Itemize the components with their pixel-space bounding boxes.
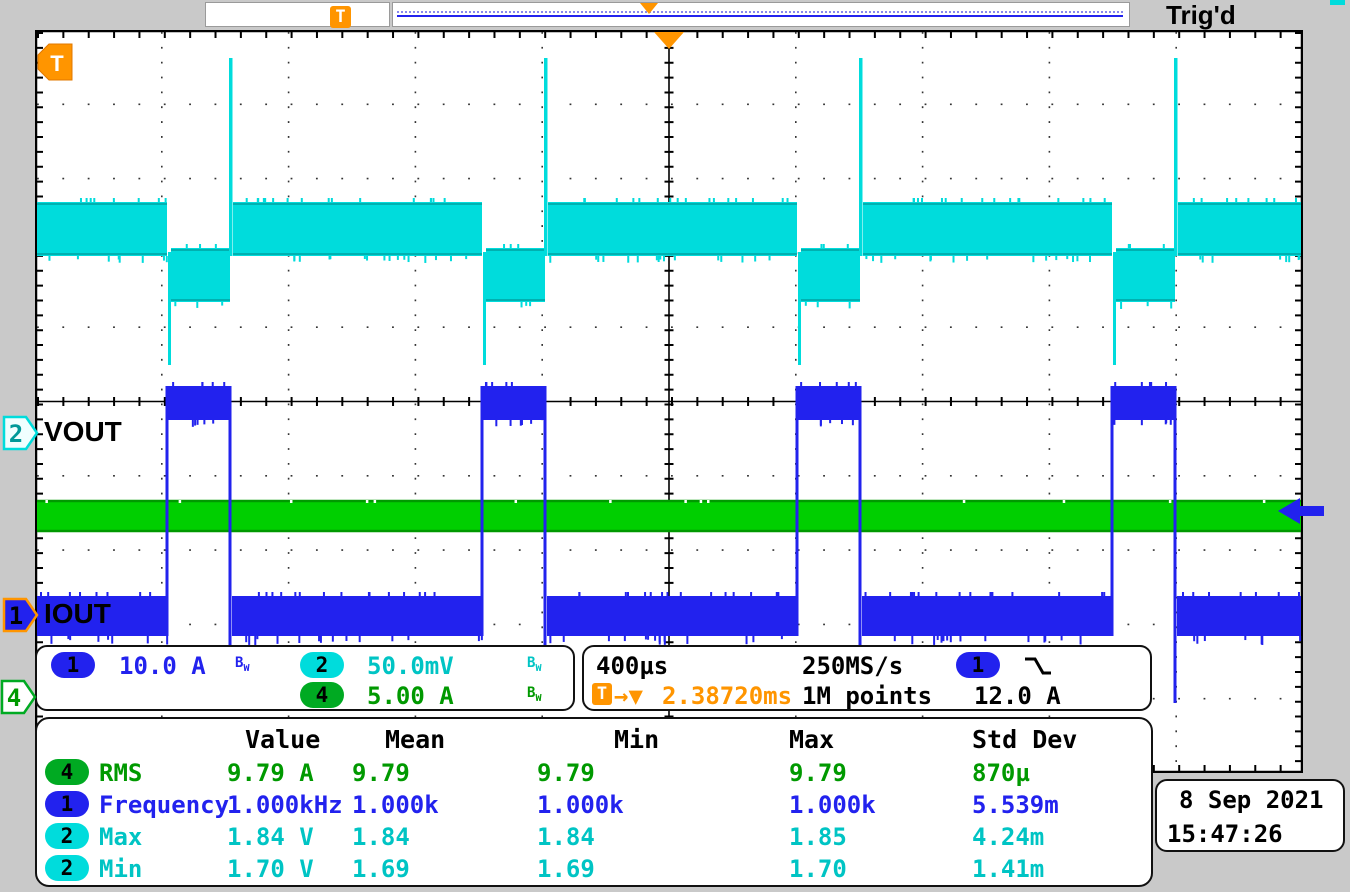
measurement-name: Min xyxy=(99,855,142,883)
overview-waveform-dots xyxy=(397,11,1123,13)
channel4-marker-label: 4 xyxy=(7,684,21,712)
measurement-name: Frequency xyxy=(99,791,229,819)
channel2-position-marker[interactable]: 2 xyxy=(2,414,40,452)
measurement-max: 1.70 xyxy=(789,855,847,883)
trigger-level-arrow-icon[interactable] xyxy=(1276,495,1326,527)
channel2-scale[interactable]: 50.0mV xyxy=(367,652,454,680)
channel1-position-marker[interactable]: 1 xyxy=(2,596,40,634)
measurement-mean: 1.84 xyxy=(352,823,410,851)
channel2-signal-name: VOUT xyxy=(44,416,122,448)
measurement-min: 1.000k xyxy=(537,791,624,819)
corner-mark xyxy=(1330,0,1345,5)
trigger-level-flag[interactable]: T xyxy=(36,42,76,82)
channel4-badge[interactable]: 4 xyxy=(300,682,344,708)
channel2-badge: 2 xyxy=(45,855,89,881)
timebase-readout-box: 400µs 250MS/s 1 T →▼ 2.38720ms 1M points… xyxy=(582,645,1152,711)
measurement-mean: 1.69 xyxy=(352,855,410,883)
measurement-name: Max xyxy=(99,823,142,851)
col-header-std: Std Dev xyxy=(972,725,1077,754)
time-label: 15:47:26 xyxy=(1167,820,1283,848)
measurement-value: 1.70 V xyxy=(227,855,314,883)
overview-trigger-position-icon[interactable] xyxy=(640,3,658,14)
measurement-min: 1.84 xyxy=(537,823,595,851)
trigger-status: Trig'd xyxy=(1166,0,1236,31)
sample-rate: 250MS/s xyxy=(802,652,903,680)
channel-readout-box: 1 10.0 A BW 2 50.0mV BW 4 5.00 A BW xyxy=(35,645,575,711)
channel1-marker-label: 1 xyxy=(9,602,23,630)
falling-edge-trigger-icon[interactable] xyxy=(1022,655,1054,679)
channel1-bandwidth-icon: BW xyxy=(235,655,249,674)
timebase-scale[interactable]: 400µs xyxy=(596,652,668,680)
menu-bar-box xyxy=(205,2,390,27)
measurement-max: 1.85 xyxy=(789,823,847,851)
measurement-value: 9.79 A xyxy=(227,759,314,787)
channel1-badge[interactable]: 1 xyxy=(51,652,95,678)
measurement-std: 5.539m xyxy=(972,791,1059,819)
col-header-min: Min xyxy=(614,725,659,754)
channel1-signal-name: IOUT xyxy=(44,598,111,630)
measurement-min: 9.79 xyxy=(537,759,595,787)
channel4-bandwidth-icon: BW xyxy=(527,685,541,704)
date-label: 8 Sep 2021 xyxy=(1179,786,1324,814)
measurement-mean: 1.000k xyxy=(352,791,439,819)
channel4-scale[interactable]: 5.00 A xyxy=(367,682,454,710)
measurement-max: 9.79 xyxy=(789,759,847,787)
channel2-marker-label: 2 xyxy=(9,420,23,448)
measurement-min: 1.69 xyxy=(537,855,595,883)
measurement-name: RMS xyxy=(99,759,142,787)
channel4-badge: 4 xyxy=(45,759,89,785)
measurement-std: 870µ xyxy=(972,759,1030,787)
trigger-delay-value[interactable]: 2.38720ms xyxy=(662,682,792,710)
measurement-std: 4.24m xyxy=(972,823,1044,851)
col-header-max: Max xyxy=(789,725,834,754)
channel4-position-marker[interactable]: 4 xyxy=(0,678,38,716)
channel1-scale[interactable]: 10.0 A xyxy=(119,652,206,680)
oscilloscope-screen: T Trig'd T 2 VOUT 1 IOUT 4 1 10.0 A BW 2… xyxy=(0,0,1350,892)
trigger-flag-label: T xyxy=(50,51,64,76)
measurements-table: Value Mean Min Max Std Dev 4 RMS 9.79 A … xyxy=(35,717,1153,887)
col-header-mean: Mean xyxy=(385,725,445,754)
trigger-delay-arrow: →▼ xyxy=(614,682,643,710)
col-header-value: Value xyxy=(245,725,320,754)
datetime-box: 8 Sep 2021 15:47:26 xyxy=(1155,779,1345,852)
trigger-level-value[interactable]: 12.0 A xyxy=(974,682,1061,710)
trigger-source-badge[interactable]: 1 xyxy=(956,652,1000,678)
measurement-std: 1.41m xyxy=(972,855,1044,883)
measurement-mean: 9.79 xyxy=(352,759,410,787)
channel2-bandwidth-icon: BW xyxy=(527,655,541,674)
trigger-delay-t-icon: T xyxy=(592,683,612,705)
measurement-value: 1.84 V xyxy=(227,823,314,851)
measurement-value: 1.000kHz xyxy=(227,791,343,819)
record-length: 1M points xyxy=(802,682,932,710)
channel2-badge: 2 xyxy=(45,823,89,849)
measurement-max: 1.000k xyxy=(789,791,876,819)
trigger-menu-icon[interactable]: T xyxy=(330,6,351,28)
acquisition-overview-bar[interactable] xyxy=(392,2,1130,27)
channel2-badge[interactable]: 2 xyxy=(300,652,344,678)
channel1-badge: 1 xyxy=(45,791,89,817)
overview-waveform-line xyxy=(397,15,1123,17)
